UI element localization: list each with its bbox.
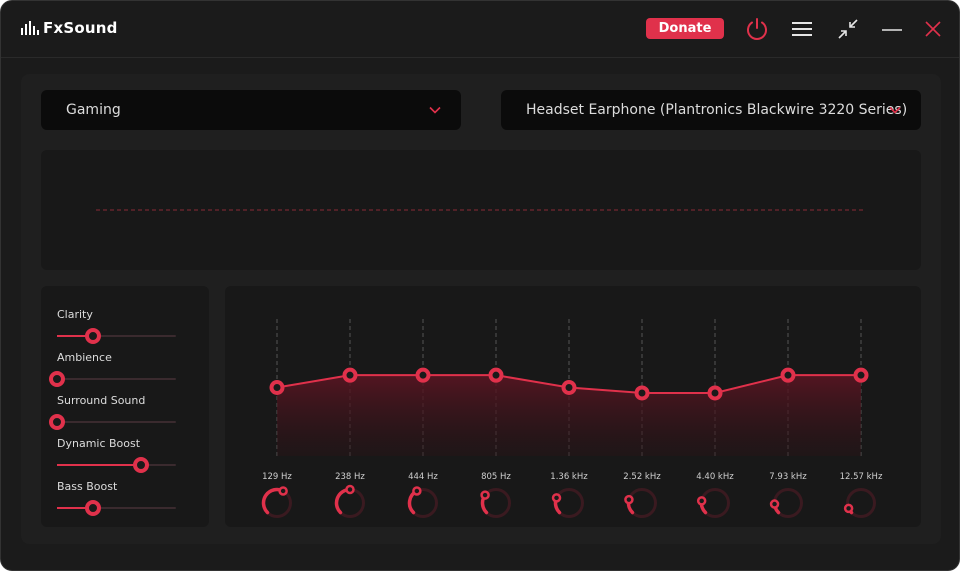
- eq-band-label: 1.36 kHz: [550, 472, 588, 482]
- eq-band-label: 238 Hz: [335, 472, 365, 482]
- eq-band-handle[interactable]: [488, 367, 504, 383]
- eq-band-handle[interactable]: [853, 367, 869, 383]
- eq-gain-knob-indicator[interactable]: [278, 486, 288, 496]
- eq-gain-knob-indicator[interactable]: [412, 486, 422, 496]
- effect-slider-thumb[interactable]: [84, 500, 101, 516]
- effect-slider-thumb[interactable]: [133, 457, 150, 473]
- output-device-selected-value: Headset Earphone (Plantronics Blackwire …: [526, 102, 908, 118]
- eq-gain-knob-indicator[interactable]: [480, 490, 490, 500]
- effect-bass-boost: Bass Boost: [57, 480, 187, 516]
- effect-surround-sound: Surround Sound: [49, 394, 187, 430]
- effect-slider-fill: [57, 464, 142, 466]
- effect-ambience: Ambience: [49, 351, 187, 387]
- effect-label: Surround Sound: [57, 394, 146, 407]
- eq-band-label: 4.40 kHz: [696, 472, 734, 482]
- effect-slider-track[interactable]: [57, 328, 176, 344]
- donate-button[interactable]: Donate: [646, 18, 724, 39]
- eq-band-label: 2.52 kHz: [623, 472, 661, 482]
- minimize-view-icon[interactable]: [834, 15, 862, 43]
- window-minimize-icon[interactable]: [878, 15, 906, 43]
- eq-gain-knob-indicator[interactable]: [551, 493, 562, 503]
- eq-band-label: 12.57 kHz: [839, 472, 883, 482]
- effect-slider-thumb[interactable]: [49, 371, 65, 387]
- eq-band-label: 805 Hz: [481, 472, 511, 482]
- effect-dynamic-boost: Dynamic Boost: [57, 437, 187, 473]
- eq-gain-knob-indicator[interactable]: [696, 496, 707, 506]
- eq-band-handle[interactable]: [707, 385, 723, 401]
- spectrum-visualizer: [41, 150, 921, 270]
- eq-band-handle[interactable]: [342, 367, 358, 383]
- eq-band-label: 129 Hz: [262, 472, 292, 482]
- close-icon[interactable]: [919, 15, 947, 43]
- effect-slider-track[interactable]: [49, 414, 176, 430]
- equalizer-panel: 129 Hz 238 Hz 444 Hz 805 Hz 1.36 kHz 2.52 kHz…: [225, 286, 921, 527]
- eq-band-handle[interactable]: [634, 385, 650, 401]
- preset-selected-value: Gaming: [66, 102, 121, 118]
- app-logo-bars-icon: [21, 21, 39, 35]
- app-title: FxSound: [43, 19, 118, 37]
- effect-slider-thumb[interactable]: [84, 328, 101, 344]
- chevron-down-icon: [429, 106, 441, 114]
- eq-gain-knob-indicator[interactable]: [843, 503, 854, 514]
- effect-slider-thumb[interactable]: [49, 414, 65, 430]
- chevron-down-icon: [889, 106, 901, 114]
- eq-gain-knob-indicator[interactable]: [624, 494, 634, 505]
- eq-band-handle[interactable]: [415, 367, 431, 383]
- preset-dropdown[interactable]: Gaming: [41, 90, 461, 130]
- effect-label: Dynamic Boost: [57, 437, 141, 450]
- app-logo: FxSound: [21, 19, 118, 37]
- power-icon[interactable]: [743, 15, 771, 43]
- eq-gain-knob-indicator[interactable]: [345, 484, 355, 495]
- eq-band-handle[interactable]: [561, 380, 577, 395]
- effect-label: Ambience: [57, 351, 112, 364]
- effects-panel: Clarity Ambience Surround Sound Dynamic …: [41, 286, 209, 527]
- eq-band-handle[interactable]: [269, 380, 285, 395]
- effect-label: Clarity: [57, 308, 93, 321]
- menu-icon[interactable]: [788, 15, 816, 43]
- equalizer-graph[interactable]: [225, 286, 921, 527]
- eq-gain-knob-indicator[interactable]: [769, 499, 780, 509]
- effect-clarity: Clarity: [57, 308, 187, 344]
- effect-slider-track[interactable]: [57, 500, 176, 516]
- fxsound-window: FxSound Donate Gaming Headset Earphone (…: [0, 0, 960, 571]
- output-device-dropdown[interactable]: Headset Earphone (Plantronics Blackwire …: [501, 90, 921, 130]
- eq-band-handle[interactable]: [780, 367, 796, 383]
- effect-slider-track[interactable]: [57, 457, 176, 473]
- effect-label: Bass Boost: [57, 480, 118, 493]
- effect-slider-track[interactable]: [49, 371, 176, 387]
- visualizer-baseline: [96, 209, 866, 211]
- eq-band-label: 7.93 kHz: [769, 472, 807, 482]
- title-bar: FxSound Donate: [1, 1, 959, 58]
- eq-band-label: 444 Hz: [408, 472, 438, 482]
